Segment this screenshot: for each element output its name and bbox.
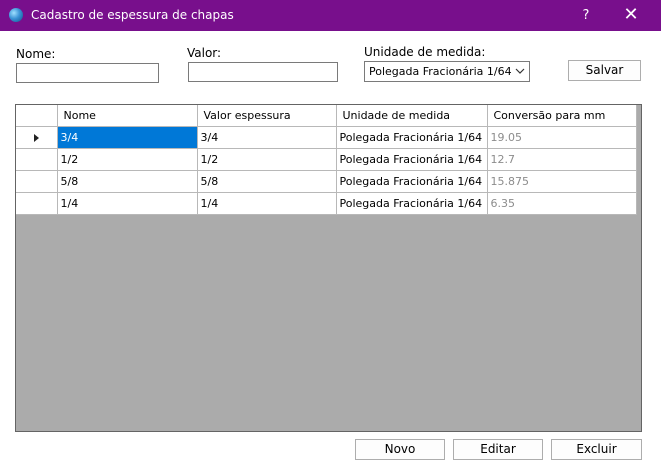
nome-label: Nome: (16, 47, 56, 61)
column-header-unidade[interactable]: Unidade de medida (336, 105, 488, 127)
current-row-arrow-icon (33, 133, 39, 142)
cell-valor[interactable]: 1/2 (197, 148, 337, 171)
cell-unidade[interactable]: Polegada Fracionária 1/64 (336, 192, 488, 215)
cell-conversao[interactable]: 19.05 (487, 126, 637, 149)
row-header[interactable] (16, 148, 58, 171)
cell-valor[interactable]: 1/4 (197, 192, 337, 215)
window-title: Cadastro de espessura de chapas (31, 8, 234, 22)
help-button[interactable]: ? (572, 0, 600, 31)
table-row[interactable]: 1/4 1/4 Polegada Fracionária 1/64 6.35 (16, 192, 637, 215)
chevron-down-icon (515, 66, 525, 76)
novo-button[interactable]: Novo (355, 439, 445, 460)
column-header-nome[interactable]: Nome (57, 105, 198, 127)
table-row[interactable]: 1/2 1/2 Polegada Fracionária 1/64 12.7 (16, 148, 637, 171)
unidade-selected-value: Polegada Fracionária 1/64 (369, 65, 512, 78)
table-row[interactable]: 5/8 5/8 Polegada Fracionária 1/64 15.875 (16, 170, 637, 193)
table-row[interactable]: 3/4 3/4 Polegada Fracionária 1/64 19.05 (16, 126, 637, 149)
close-button[interactable]: ✕ (612, 0, 650, 31)
row-header[interactable] (16, 192, 58, 215)
cell-unidade[interactable]: Polegada Fracionária 1/64 (336, 126, 488, 149)
column-header-valor[interactable]: Valor espessura (197, 105, 337, 127)
cell-valor[interactable]: 5/8 (197, 170, 337, 193)
cell-nome[interactable]: 5/8 (57, 170, 198, 193)
cell-unidade[interactable]: Polegada Fracionária 1/64 (336, 148, 488, 171)
cell-valor[interactable]: 3/4 (197, 126, 337, 149)
salvar-button[interactable]: Salvar (568, 60, 641, 81)
editar-button[interactable]: Editar (453, 439, 543, 460)
excluir-button[interactable]: Excluir (551, 439, 642, 460)
nome-input[interactable] (16, 63, 159, 83)
cell-conversao[interactable]: 15.875 (487, 170, 637, 193)
cell-conversao[interactable]: 12.7 (487, 148, 637, 171)
cell-nome[interactable]: 1/4 (57, 192, 198, 215)
row-header[interactable] (16, 126, 58, 149)
row-header[interactable] (16, 170, 58, 193)
thickness-data-grid[interactable]: Nome Valor espessura Unidade de medida C… (15, 104, 642, 432)
valor-label: Valor: (187, 46, 222, 60)
title-bar[interactable]: Cadastro de espessura de chapas ? ✕ (0, 0, 661, 31)
unidade-label: Unidade de medida: (364, 45, 486, 59)
cell-conversao[interactable]: 6.35 (487, 192, 637, 215)
unidade-dropdown[interactable]: Polegada Fracionária 1/64 (364, 61, 530, 82)
app-globe-icon (9, 8, 23, 22)
grid-table: Nome Valor espessura Unidade de medida C… (16, 105, 637, 215)
valor-input[interactable] (188, 62, 338, 82)
grid-corner-header[interactable] (16, 105, 58, 127)
cell-unidade[interactable]: Polegada Fracionária 1/64 (336, 170, 488, 193)
grid-header-row: Nome Valor espessura Unidade de medida C… (16, 105, 637, 127)
cell-nome[interactable]: 3/4 (57, 126, 198, 149)
column-header-conversao[interactable]: Conversão para mm (487, 105, 637, 127)
cell-nome[interactable]: 1/2 (57, 148, 198, 171)
